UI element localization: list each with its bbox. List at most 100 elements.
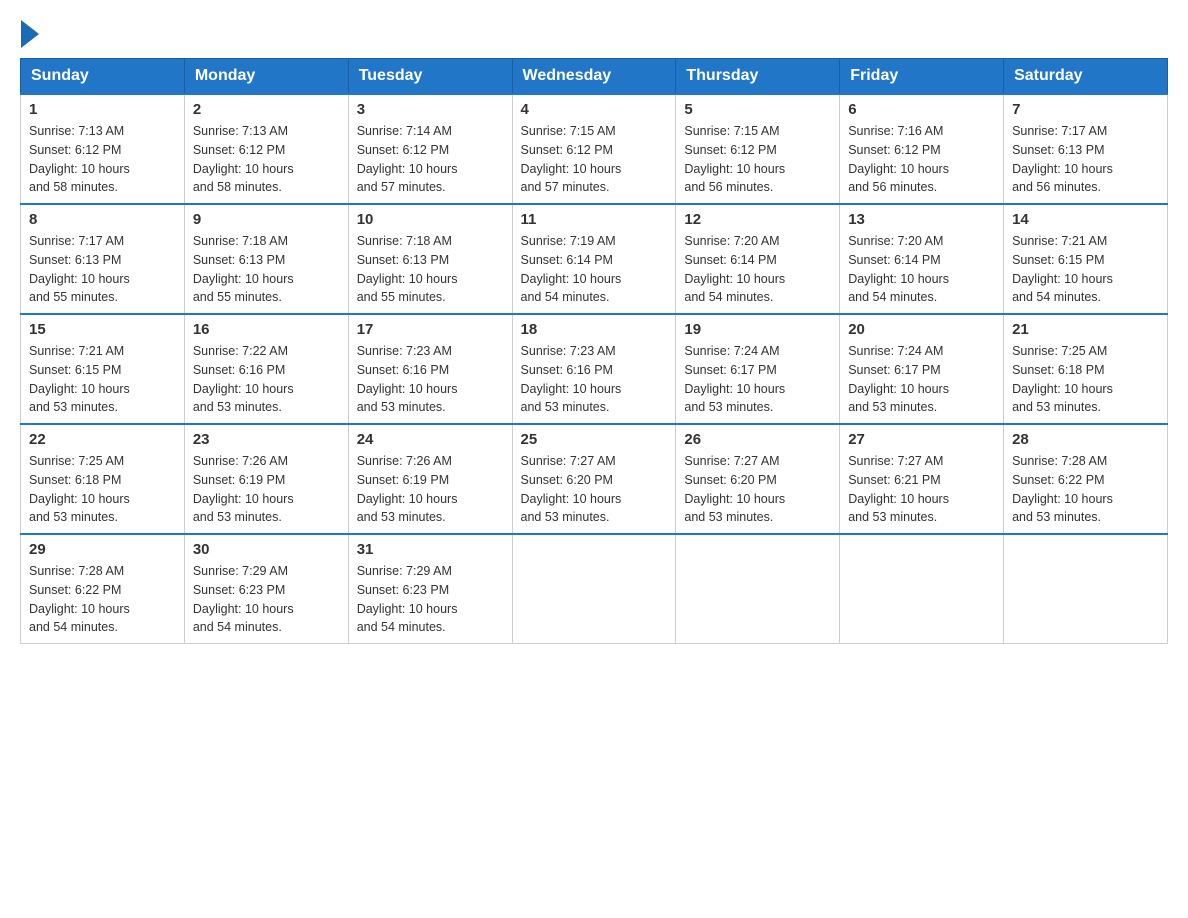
day-info: Sunrise: 7:25 AMSunset: 6:18 PMDaylight:… <box>1012 342 1159 417</box>
day-info: Sunrise: 7:26 AMSunset: 6:19 PMDaylight:… <box>357 452 504 527</box>
day-number: 11 <box>521 211 668 228</box>
day-number: 1 <box>29 101 176 118</box>
day-info: Sunrise: 7:23 AMSunset: 6:16 PMDaylight:… <box>521 342 668 417</box>
day-number: 8 <box>29 211 176 228</box>
weekday-header-monday: Monday <box>184 59 348 95</box>
calendar-cell: 3 Sunrise: 7:14 AMSunset: 6:12 PMDaylight… <box>348 94 512 204</box>
day-number: 27 <box>848 431 995 448</box>
day-info: Sunrise: 7:15 AMSunset: 6:12 PMDaylight:… <box>521 122 668 197</box>
day-info: Sunrise: 7:25 AMSunset: 6:18 PMDaylight:… <box>29 452 176 527</box>
calendar-cell: 4 Sunrise: 7:15 AMSunset: 6:12 PMDaylight… <box>512 94 676 204</box>
day-number: 5 <box>684 101 831 118</box>
day-info: Sunrise: 7:29 AMSunset: 6:23 PMDaylight:… <box>357 562 504 637</box>
page-header <box>20 20 1168 48</box>
day-number: 24 <box>357 431 504 448</box>
day-number: 25 <box>521 431 668 448</box>
calendar-cell: 15 Sunrise: 7:21 AMSunset: 6:15 PMDayligh… <box>21 314 185 424</box>
day-number: 26 <box>684 431 831 448</box>
calendar-cell: 1 Sunrise: 7:13 AMSunset: 6:12 PMDaylight… <box>21 94 185 204</box>
day-info: Sunrise: 7:20 AMSunset: 6:14 PMDaylight:… <box>684 232 831 307</box>
logo <box>20 20 39 48</box>
day-info: Sunrise: 7:21 AMSunset: 6:15 PMDaylight:… <box>29 342 176 417</box>
week-row-5: 29 Sunrise: 7:28 AMSunset: 6:22 PMDayligh… <box>21 534 1168 644</box>
calendar-cell: 21 Sunrise: 7:25 AMSunset: 6:18 PMDayligh… <box>1004 314 1168 424</box>
calendar-cell: 6Sunrise: 7:16 AMSunset: 6:12 PMDaylight… <box>840 94 1004 204</box>
calendar-cell: 11 Sunrise: 7:19 AMSunset: 6:14 PMDayligh… <box>512 204 676 314</box>
day-number: 31 <box>357 541 504 558</box>
day-info: Sunrise: 7:17 AMSunset: 6:13 PMDaylight:… <box>1012 122 1159 197</box>
weekday-header-saturday: Saturday <box>1004 59 1168 95</box>
day-info: Sunrise: 7:15 AMSunset: 6:12 PMDaylight:… <box>684 122 831 197</box>
day-number: 20 <box>848 321 995 338</box>
calendar-cell: 22Sunrise: 7:25 AMSunset: 6:18 PMDayligh… <box>21 424 185 534</box>
calendar-cell: 25 Sunrise: 7:27 AMSunset: 6:20 PMDayligh… <box>512 424 676 534</box>
calendar-cell: 17 Sunrise: 7:23 AMSunset: 6:16 PMDayligh… <box>348 314 512 424</box>
week-row-3: 15 Sunrise: 7:21 AMSunset: 6:15 PMDayligh… <box>21 314 1168 424</box>
day-info: Sunrise: 7:17 AMSunset: 6:13 PMDaylight:… <box>29 232 176 307</box>
calendar-cell: 5 Sunrise: 7:15 AMSunset: 6:12 PMDaylight… <box>676 94 840 204</box>
calendar-cell: 23Sunrise: 7:26 AMSunset: 6:19 PMDayligh… <box>184 424 348 534</box>
day-info: Sunrise: 7:27 AMSunset: 6:20 PMDaylight:… <box>521 452 668 527</box>
logo-arrow-icon <box>21 20 39 48</box>
weekday-header-thursday: Thursday <box>676 59 840 95</box>
calendar-cell: 27 Sunrise: 7:27 AMSunset: 6:21 PMDayligh… <box>840 424 1004 534</box>
weekday-header-friday: Friday <box>840 59 1004 95</box>
calendar-cell: 26 Sunrise: 7:27 AMSunset: 6:20 PMDayligh… <box>676 424 840 534</box>
day-info: Sunrise: 7:21 AMSunset: 6:15 PMDaylight:… <box>1012 232 1159 307</box>
day-number: 12 <box>684 211 831 228</box>
day-number: 17 <box>357 321 504 338</box>
day-number: 29 <box>29 541 176 558</box>
calendar-cell: 29 Sunrise: 7:28 AMSunset: 6:22 PMDayligh… <box>21 534 185 644</box>
day-number: 4 <box>521 101 668 118</box>
day-number: 18 <box>521 321 668 338</box>
day-number: 14 <box>1012 211 1159 228</box>
week-row-4: 22Sunrise: 7:25 AMSunset: 6:18 PMDayligh… <box>21 424 1168 534</box>
calendar-cell: 14 Sunrise: 7:21 AMSunset: 6:15 PMDayligh… <box>1004 204 1168 314</box>
day-number: 15 <box>29 321 176 338</box>
day-info: Sunrise: 7:29 AMSunset: 6:23 PMDaylight:… <box>193 562 340 637</box>
weekday-header-row: SundayMondayTuesdayWednesdayThursdayFrid… <box>21 59 1168 95</box>
calendar-cell: 9Sunrise: 7:18 AMSunset: 6:13 PMDaylight… <box>184 204 348 314</box>
calendar-cell: 30 Sunrise: 7:29 AMSunset: 6:23 PMDayligh… <box>184 534 348 644</box>
day-info: Sunrise: 7:28 AMSunset: 6:22 PMDaylight:… <box>1012 452 1159 527</box>
calendar-cell: 13Sunrise: 7:20 AMSunset: 6:14 PMDayligh… <box>840 204 1004 314</box>
day-info: Sunrise: 7:13 AMSunset: 6:12 PMDaylight:… <box>193 122 340 197</box>
day-number: 19 <box>684 321 831 338</box>
day-number: 3 <box>357 101 504 118</box>
week-row-2: 8 Sunrise: 7:17 AMSunset: 6:13 PMDaylight… <box>21 204 1168 314</box>
calendar-cell: 28Sunrise: 7:28 AMSunset: 6:22 PMDayligh… <box>1004 424 1168 534</box>
day-number: 30 <box>193 541 340 558</box>
calendar-cell: 12 Sunrise: 7:20 AMSunset: 6:14 PMDayligh… <box>676 204 840 314</box>
day-info: Sunrise: 7:27 AMSunset: 6:20 PMDaylight:… <box>684 452 831 527</box>
calendar-cell <box>676 534 840 644</box>
day-number: 16 <box>193 321 340 338</box>
day-number: 2 <box>193 101 340 118</box>
calendar-cell: 31 Sunrise: 7:29 AMSunset: 6:23 PMDayligh… <box>348 534 512 644</box>
weekday-header-tuesday: Tuesday <box>348 59 512 95</box>
week-row-1: 1 Sunrise: 7:13 AMSunset: 6:12 PMDaylight… <box>21 94 1168 204</box>
calendar-cell: 18 Sunrise: 7:23 AMSunset: 6:16 PMDayligh… <box>512 314 676 424</box>
day-info: Sunrise: 7:24 AMSunset: 6:17 PMDaylight:… <box>684 342 831 417</box>
day-info: Sunrise: 7:24 AMSunset: 6:17 PMDaylight:… <box>848 342 995 417</box>
calendar-cell <box>512 534 676 644</box>
calendar-cell: 24 Sunrise: 7:26 AMSunset: 6:19 PMDayligh… <box>348 424 512 534</box>
day-info: Sunrise: 7:13 AMSunset: 6:12 PMDaylight:… <box>29 122 176 197</box>
day-info: Sunrise: 7:22 AMSunset: 6:16 PMDaylight:… <box>193 342 340 417</box>
calendar-cell: 8 Sunrise: 7:17 AMSunset: 6:13 PMDaylight… <box>21 204 185 314</box>
day-info: Sunrise: 7:19 AMSunset: 6:14 PMDaylight:… <box>521 232 668 307</box>
day-number: 13 <box>848 211 995 228</box>
day-number: 21 <box>1012 321 1159 338</box>
calendar-cell: 2 Sunrise: 7:13 AMSunset: 6:12 PMDaylight… <box>184 94 348 204</box>
day-info: Sunrise: 7:23 AMSunset: 6:16 PMDaylight:… <box>357 342 504 417</box>
calendar-cell <box>840 534 1004 644</box>
calendar-cell: 16 Sunrise: 7:22 AMSunset: 6:16 PMDayligh… <box>184 314 348 424</box>
day-info: Sunrise: 7:18 AMSunset: 6:13 PMDaylight:… <box>193 232 340 307</box>
calendar-cell: 7Sunrise: 7:17 AMSunset: 6:13 PMDaylight… <box>1004 94 1168 204</box>
day-info: Sunrise: 7:27 AMSunset: 6:21 PMDaylight:… <box>848 452 995 527</box>
weekday-header-sunday: Sunday <box>21 59 185 95</box>
day-info: Sunrise: 7:28 AMSunset: 6:22 PMDaylight:… <box>29 562 176 637</box>
calendar-cell: 10Sunrise: 7:18 AMSunset: 6:13 PMDayligh… <box>348 204 512 314</box>
day-info: Sunrise: 7:14 AMSunset: 6:12 PMDaylight:… <box>357 122 504 197</box>
day-number: 23 <box>193 431 340 448</box>
day-info: Sunrise: 7:16 AMSunset: 6:12 PMDaylight:… <box>848 122 995 197</box>
